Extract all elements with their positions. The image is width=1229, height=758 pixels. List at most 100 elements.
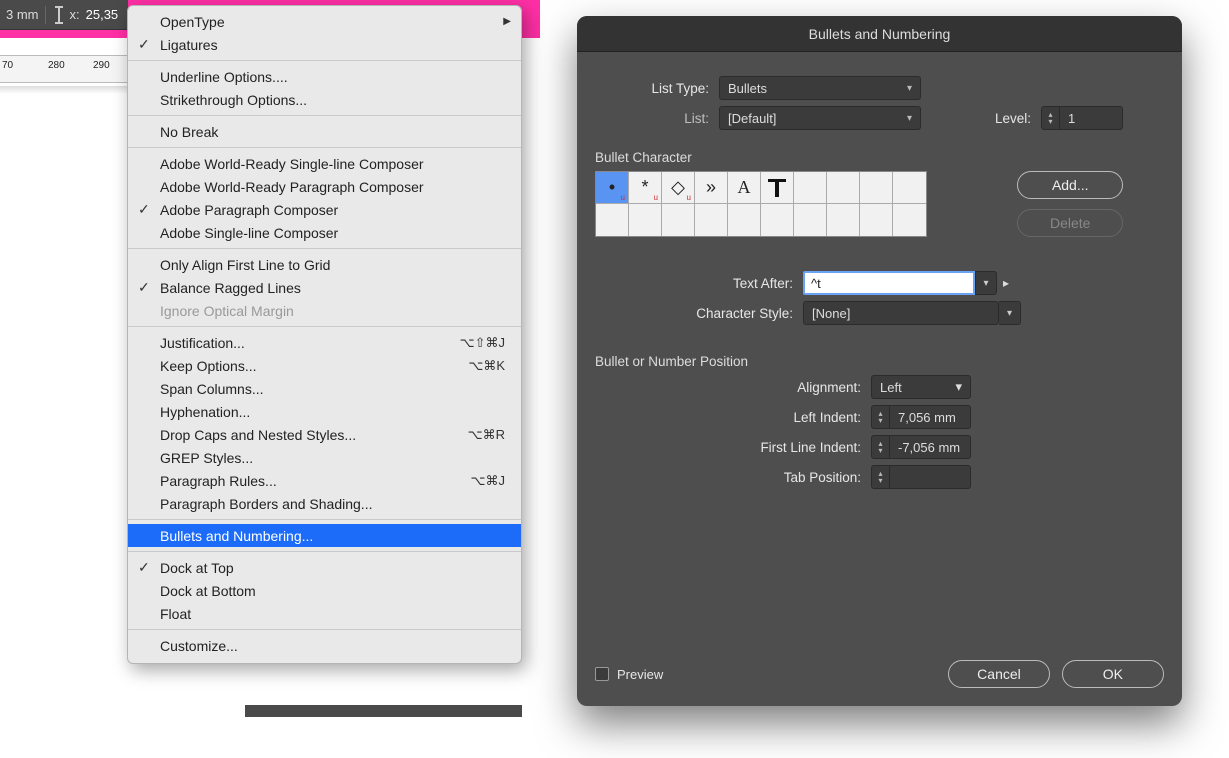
menu-item-label: Justification... [160, 335, 460, 351]
stepper-arrows-icon[interactable]: ▴▾ [1042, 107, 1060, 129]
menu-item-label: Drop Caps and Nested Styles... [160, 427, 468, 443]
horizontal-ruler[interactable]: 70 280 290 [0, 55, 128, 83]
left-indent-stepper[interactable]: ▴▾ 7,056 mm [871, 405, 971, 429]
menu-item[interactable]: Adobe Single-line Composer [128, 221, 521, 244]
alignment-value: Left [880, 380, 902, 395]
menu-item[interactable]: ✓Adobe Paragraph Composer [128, 198, 521, 221]
bullet-glyph-cell[interactable] [794, 172, 827, 204]
tab-position-stepper[interactable]: ▴▾ [871, 465, 971, 489]
text-after-label: Text After: [595, 276, 803, 291]
tab-position-label: Tab Position: [595, 470, 871, 485]
menu-item[interactable]: Strikethrough Options... [128, 88, 521, 111]
level-stepper[interactable]: ▴▾ 1 [1041, 106, 1123, 130]
bullet-glyph-cell[interactable]: * u [629, 172, 662, 204]
preview-checkbox[interactable]: Preview [595, 667, 663, 682]
menu-item[interactable]: Underline Options.... [128, 65, 521, 88]
menu-item[interactable]: ✓Ligatures [128, 33, 521, 56]
stepper-arrows-icon[interactable]: ▴▾ [872, 466, 890, 488]
menu-item[interactable]: Customize... [128, 634, 521, 657]
top-toolbar: 3 mm x: 25,35 [0, 0, 128, 30]
menu-item[interactable]: Hyphenation... [128, 400, 521, 423]
list-type-select[interactable]: Bullets ▾ [719, 76, 921, 100]
menu-item[interactable]: Keep Options...⌥⌘K [128, 354, 521, 377]
paragraph-panel-menu[interactable]: OpenType✓LigaturesUnderline Options....S… [127, 5, 522, 664]
bullet-glyph-cell[interactable] [794, 204, 827, 236]
menu-item[interactable]: Adobe World-Ready Single-line Composer [128, 152, 521, 175]
glyph: » [706, 177, 716, 198]
menu-item[interactable]: No Break [128, 120, 521, 143]
character-style-select[interactable]: [None] [803, 301, 999, 325]
bullet-glyph-cell[interactable]: • u [596, 172, 629, 204]
checkbox-box [595, 667, 609, 681]
menu-item-label: Bullets and Numbering... [160, 528, 505, 544]
stepper-arrows-icon[interactable]: ▴▾ [872, 436, 890, 458]
level-label: Level: [921, 111, 1041, 126]
menu-item-label: Adobe World-Ready Single-line Composer [160, 156, 505, 172]
menu-item-shortcut: ⌥⌘K [468, 358, 505, 374]
menu-item-shortcut: ⌥⌘J [471, 473, 505, 489]
bullet-glyph-cell[interactable] [860, 204, 893, 236]
bullet-glyph-cell[interactable] [860, 172, 893, 204]
left-indent-value: 7,056 mm [890, 410, 964, 425]
menu-item[interactable]: GREP Styles... [128, 446, 521, 469]
t-glyph-icon [766, 177, 788, 199]
menu-item-label: Keep Options... [160, 358, 468, 374]
bullet-character-grid[interactable]: • u * u ◇ u » A [595, 171, 927, 237]
menu-item[interactable]: Only Align First Line to Grid [128, 253, 521, 276]
ok-button[interactable]: OK [1062, 660, 1164, 688]
text-after-input[interactable] [803, 271, 975, 295]
bullet-glyph-cell[interactable] [761, 204, 794, 236]
bullet-glyph-cell[interactable] [893, 204, 926, 236]
check-icon: ✓ [138, 36, 150, 53]
left-indent-label: Left Indent: [595, 410, 871, 425]
bullet-glyph-cell[interactable] [761, 172, 794, 204]
menu-item[interactable]: ✓Dock at Top [128, 556, 521, 579]
menu-item[interactable]: Paragraph Rules...⌥⌘J [128, 469, 521, 492]
list-type-value: Bullets [728, 81, 767, 96]
cancel-button[interactable]: Cancel [948, 660, 1050, 688]
flyout-icon[interactable]: ▸ [1003, 276, 1009, 290]
bullet-glyph-cell[interactable] [893, 172, 926, 204]
chevron-down-icon: ▾ [907, 83, 912, 94]
menu-item[interactable]: ✓Balance Ragged Lines [128, 276, 521, 299]
glyph-badge: u [621, 193, 625, 202]
unit-readout: 3 mm [6, 7, 39, 22]
list-select[interactable]: [Default] ▾ [719, 106, 921, 130]
menu-item[interactable]: Justification...⌥⇧⌘J [128, 331, 521, 354]
menu-item[interactable]: Drop Caps and Nested Styles...⌥⌘R [128, 423, 521, 446]
dialog-titlebar[interactable]: Bullets and Numbering [577, 16, 1182, 52]
menu-item-shortcut: ⌥⇧⌘J [460, 335, 505, 351]
menu-item-label: Paragraph Rules... [160, 473, 471, 489]
bullet-glyph-cell[interactable]: » [695, 172, 728, 204]
glyph-badge: u [654, 193, 658, 202]
bullet-glyph-cell[interactable] [629, 204, 662, 236]
bullet-glyph-cell[interactable] [827, 204, 860, 236]
bullet-glyph-cell[interactable] [596, 204, 629, 236]
menu-item[interactable]: OpenType [128, 10, 521, 33]
bullet-glyph-cell[interactable]: A [728, 172, 761, 204]
glyph: A [738, 177, 751, 198]
text-after-dropdown-button[interactable]: ▾ [975, 271, 997, 295]
ruler-tick: 70 [2, 60, 13, 71]
menu-item[interactable]: Span Columns... [128, 377, 521, 400]
bullet-glyph-cell[interactable] [728, 204, 761, 236]
menu-item-label: Paragraph Borders and Shading... [160, 496, 505, 512]
menu-item[interactable]: Adobe World-Ready Paragraph Composer [128, 175, 521, 198]
menu-item-label: Balance Ragged Lines [160, 280, 505, 296]
bullet-glyph-cell[interactable]: ◇ u [662, 172, 695, 204]
bullet-glyph-cell[interactable] [827, 172, 860, 204]
bullet-glyph-cell[interactable] [662, 204, 695, 236]
menu-item-label: Span Columns... [160, 381, 505, 397]
menu-item[interactable]: Bullets and Numbering... [128, 524, 521, 547]
first-line-indent-stepper[interactable]: ▴▾ -7,056 mm [871, 435, 971, 459]
add-bullet-button[interactable]: Add... [1017, 171, 1123, 199]
alignment-select[interactable]: Left ▾ [871, 375, 971, 399]
list-label: List: [599, 111, 719, 126]
character-style-dropdown-button[interactable]: ▾ [999, 301, 1021, 325]
menu-item-label: Adobe World-Ready Paragraph Composer [160, 179, 505, 195]
menu-item[interactable]: Dock at Bottom [128, 579, 521, 602]
bullet-glyph-cell[interactable] [695, 204, 728, 236]
menu-item[interactable]: Float [128, 602, 521, 625]
stepper-arrows-icon[interactable]: ▴▾ [872, 406, 890, 428]
menu-item[interactable]: Paragraph Borders and Shading... [128, 492, 521, 515]
